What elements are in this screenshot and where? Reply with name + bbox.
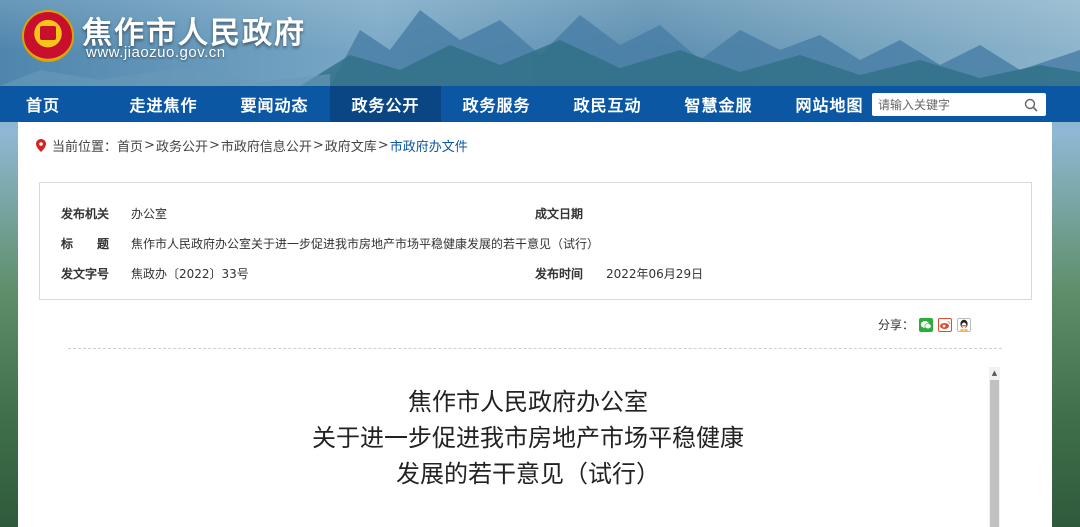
search-box: [872, 93, 1046, 116]
date-written-label: 成文日期: [535, 207, 584, 221]
search-input[interactable]: [872, 94, 1012, 115]
title-value: 焦作市人民政府办公室关于进一步促进我市房地产市场平稳健康发展的若干意见（试行）: [131, 237, 600, 251]
site-url: www.jiaozuo.gov.cn: [86, 44, 226, 61]
breadcrumb-separator: >: [208, 138, 220, 153]
nav-item-government-affairs[interactable]: 政务公开: [330, 86, 441, 122]
title-label: 标 题: [61, 237, 110, 251]
publish-time-value: 2022年06月29日: [606, 267, 704, 281]
breadcrumb-item-government-affairs[interactable]: 政务公开: [156, 136, 208, 155]
nav-item-sitemap[interactable]: 网站地图: [774, 86, 885, 122]
breadcrumb-separator: >: [377, 138, 389, 153]
content-panel: 当前位置： 首页 > 政务公开 > 市政府信息公开 > 政府文库 > 市政府办文…: [18, 122, 1052, 527]
breadcrumb-item-current[interactable]: 市政府办文件: [390, 136, 468, 155]
scrollbar[interactable]: ▲: [989, 367, 1000, 527]
publish-time-label: 发布时间: [535, 267, 584, 281]
scroll-up-arrow-icon[interactable]: ▲: [989, 367, 1000, 378]
nav-item-home[interactable]: 首页: [14, 86, 108, 122]
header-banner: 焦作市人民政府 www.jiaozuo.gov.cn: [0, 0, 1080, 86]
breadcrumb: 当前位置： 首页 > 政务公开 > 市政府信息公开 > 政府文库 > 市政府办文…: [36, 136, 468, 155]
nav-item-government-services[interactable]: 政务服务: [441, 86, 552, 122]
share-label: 分享：: [878, 318, 915, 332]
breadcrumb-item-document-library[interactable]: 政府文库: [325, 136, 377, 155]
nav-item-about-jiaozuo[interactable]: 走进焦作: [108, 86, 219, 122]
document-title-line-2: 关于进一步促进我市房地产市场平稳健康: [312, 424, 744, 452]
qq-icon[interactable]: [957, 317, 972, 332]
breadcrumb-item-info-disclosure[interactable]: 市政府信息公开: [221, 136, 312, 155]
nav-item-news[interactable]: 要闻动态: [219, 86, 330, 122]
search-button[interactable]: [1016, 93, 1046, 116]
main-nav: 首页 走进焦作 要闻动态 政务公开 政务服务 政民互动 智慧金服 网站地图: [0, 86, 1080, 122]
breadcrumb-separator: >: [144, 138, 155, 153]
share-bar: 分享：: [878, 316, 972, 333]
publisher-label: 发布机关: [61, 207, 110, 221]
wechat-icon[interactable]: [919, 317, 934, 332]
document-title-line-1: 焦作市人民政府办公室: [408, 388, 648, 416]
search-icon: [1024, 98, 1038, 112]
national-emblem-icon: [22, 10, 74, 62]
document-title-line-3: 发展的若干意见（试行）: [396, 460, 660, 488]
document-info-box: 发布机关 办公室 成文日期 标 题 焦作市人民政府办公室关于进一步促进我市房地产…: [39, 182, 1032, 300]
doc-number-label: 发文字号: [61, 267, 110, 281]
nav-item-interaction[interactable]: 政民互动: [552, 86, 663, 122]
breadcrumb-separator: >: [312, 138, 324, 153]
location-pin-icon: [36, 139, 46, 152]
document-title: 焦作市人民政府办公室 关于进一步促进我市房地产市场平稳健康 发展的若干意见（试行…: [228, 384, 828, 492]
divider: [68, 348, 1002, 349]
breadcrumb-prefix: 当前位置：: [52, 140, 118, 155]
scrollbar-thumb[interactable]: [990, 380, 999, 527]
publisher-value: 办公室: [131, 207, 168, 221]
doc-number-value: 焦政办〔2022〕33号: [131, 267, 249, 281]
weibo-icon[interactable]: [938, 317, 953, 332]
breadcrumb-item-home[interactable]: 首页: [117, 136, 143, 155]
nav-item-smart-finance[interactable]: 智慧金服: [663, 86, 774, 122]
